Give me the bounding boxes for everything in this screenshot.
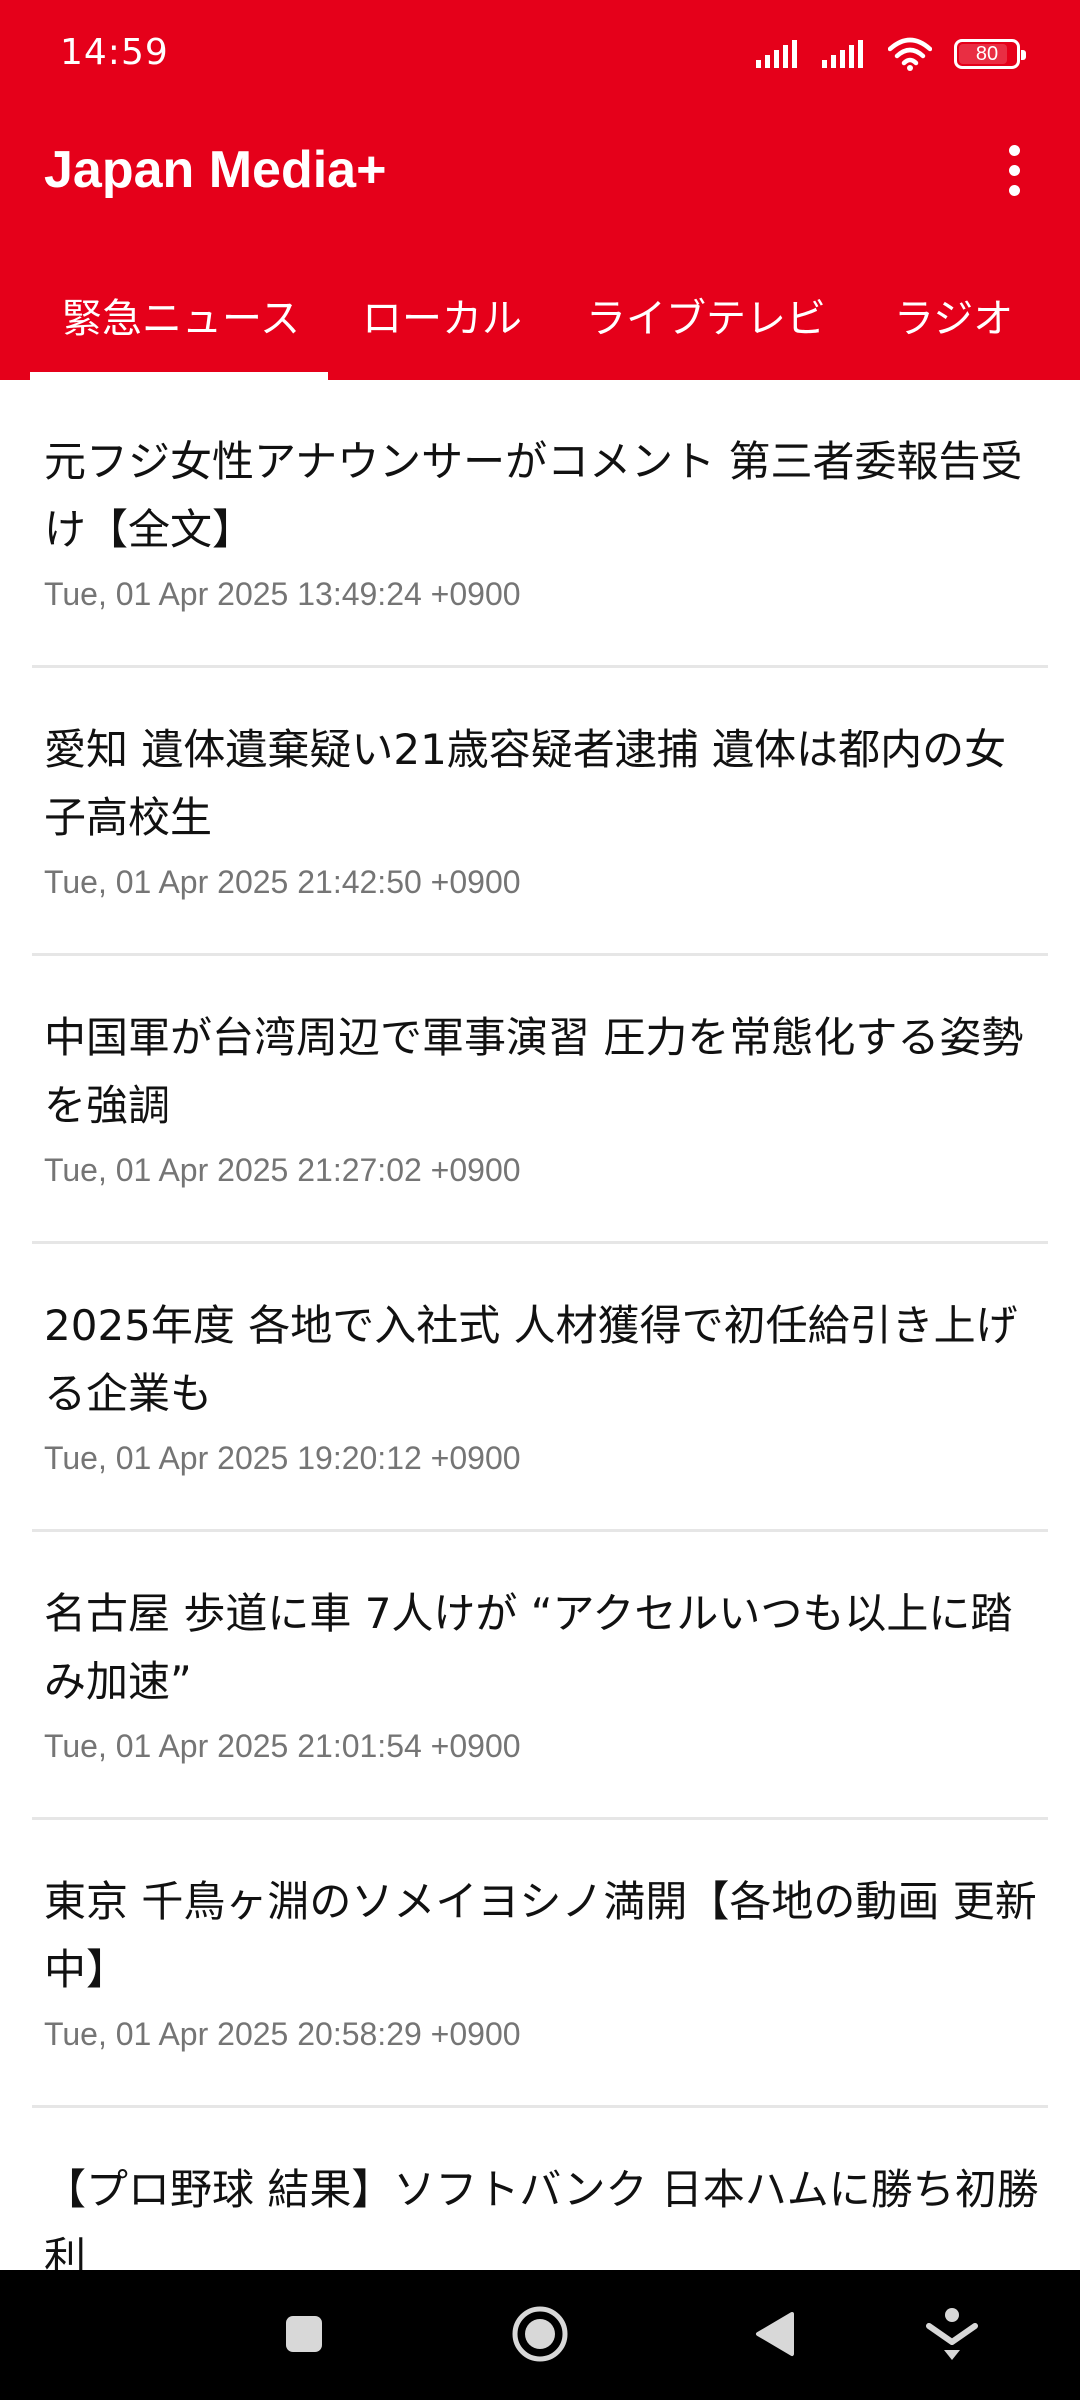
recents-square-icon[interactable] [272, 2302, 336, 2366]
tab-radio[interactable]: ラジオ [894, 286, 1013, 344]
news-title: 【プロ野球 結果】ソフトバンク 日本ハムに勝ち初勝利 [44, 2165, 1039, 2270]
news-date: Tue, 01 Apr 2025 13:49:24 +0900 [44, 576, 521, 612]
wifi-icon [888, 37, 932, 71]
app-title: Japan Media+ [44, 141, 387, 199]
back-triangle-icon[interactable] [742, 2302, 806, 2366]
news-title: 2025年度 各地で入社式 人材獲得で初任給引き上げる企業も [44, 1301, 1018, 1418]
news-title: 中国軍が台湾周辺で軍事演習 圧力を常態化する姿勢を強調 [44, 1013, 1024, 1130]
more-options-button[interactable] [984, 140, 1044, 200]
system-nav-bar [0, 2270, 1080, 2400]
news-item[interactable]: 【プロ野球 結果】ソフトバンク 日本ハムに勝ち初勝利 [0, 2108, 1080, 2270]
tab-live-tv[interactable]: ライブテレビ [586, 286, 826, 344]
news-date: Tue, 01 Apr 2025 21:01:54 +0900 [44, 1728, 521, 1764]
news-date: Tue, 01 Apr 2025 21:27:02 +0900 [44, 1152, 521, 1188]
news-date: Tue, 01 Apr 2025 21:42:50 +0900 [44, 864, 521, 900]
news-title: 東京 千鳥ヶ淵のソメイヨシノ満開【各地の動画 更新中】 [44, 1877, 1037, 1994]
app-header: 14:59 80 Japan Media+ 緊急ニュース ローカル ライブテレビ… [0, 0, 1080, 380]
signal-icon [822, 40, 866, 68]
news-date: Tue, 01 Apr 2025 20:58:29 +0900 [44, 2016, 521, 2052]
news-title: 元フジ女性アナウンサーがコメント 第三者委報告受け【全文】 [44, 437, 1023, 554]
category-tabs: 緊急ニュース ローカル ライブテレビ ラジオ [0, 260, 1080, 380]
signal-icon [756, 40, 800, 68]
news-list[interactable]: 元フジ女性アナウンサーがコメント 第三者委報告受け【全文】 Tue, 01 Ap… [0, 380, 1080, 2270]
accessibility-icon[interactable] [920, 2302, 984, 2366]
news-item[interactable]: 名古屋 歩道に車 7人けが “アクセルいつも以上に踏み加速” Tue, 01 A… [0, 1532, 1080, 1820]
tab-local[interactable]: ローカル [362, 286, 522, 344]
status-icons: 80 [756, 36, 1026, 72]
status-time: 14:59 [60, 32, 169, 73]
news-item[interactable]: 東京 千鳥ヶ淵のソメイヨシノ満開【各地の動画 更新中】 Tue, 01 Apr … [0, 1820, 1080, 2108]
status-bar: 14:59 80 [0, 0, 1080, 110]
more-vert-icon [1008, 144, 1020, 156]
news-item[interactable]: 愛知 遺体遺棄疑い21歳容疑者逮捕 遺体は都内の女子高校生 Tue, 01 Ap… [0, 668, 1080, 956]
news-title: 名古屋 歩道に車 7人けが “アクセルいつも以上に踏み加速” [44, 1589, 1013, 1706]
news-item[interactable]: 中国軍が台湾周辺で軍事演習 圧力を常態化する姿勢を強調 Tue, 01 Apr … [0, 956, 1080, 1244]
tab-emergency-news[interactable]: 緊急ニュース [62, 286, 300, 344]
tab-indicator [30, 372, 328, 380]
news-item[interactable]: 2025年度 各地で入社式 人材獲得で初任給引き上げる企業も Tue, 01 A… [0, 1244, 1080, 1532]
news-title: 愛知 遺体遺棄疑い21歳容疑者逮捕 遺体は都内の女子高校生 [44, 725, 1007, 842]
battery-level: 80 [975, 42, 999, 65]
battery-icon: 80 [954, 39, 1026, 69]
news-date: Tue, 01 Apr 2025 19:20:12 +0900 [44, 1440, 521, 1476]
home-circle-icon[interactable] [508, 2302, 572, 2366]
news-item[interactable]: 元フジ女性アナウンサーがコメント 第三者委報告受け【全文】 Tue, 01 Ap… [0, 380, 1080, 668]
